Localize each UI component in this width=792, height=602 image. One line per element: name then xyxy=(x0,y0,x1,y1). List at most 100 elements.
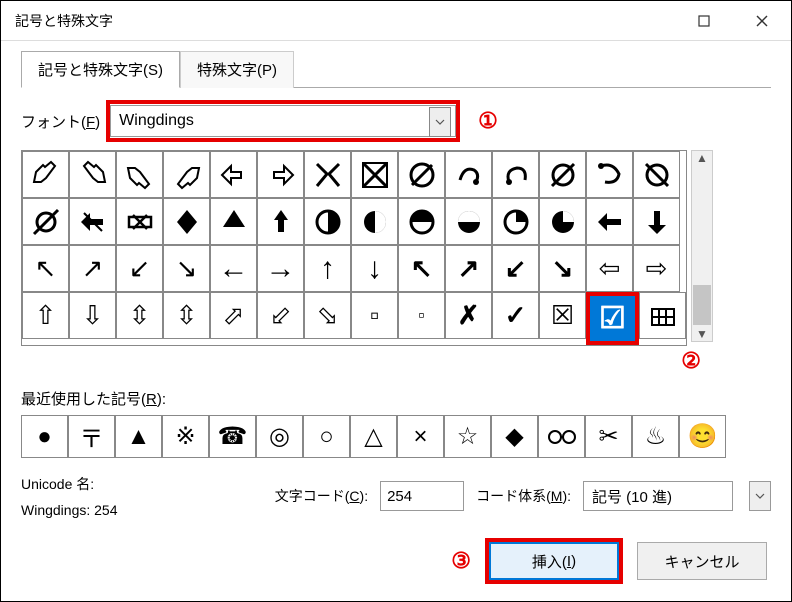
grid-cell[interactable]: ⇳ xyxy=(163,292,210,339)
scroll-up-icon[interactable]: ▲ xyxy=(696,151,708,165)
window-controls xyxy=(675,1,791,41)
grid-cell[interactable]: ↙ xyxy=(116,245,163,292)
tab-bar: 記号と特殊文字(S) 特殊文字(P) xyxy=(21,51,771,88)
recent-cell[interactable]: ▲ xyxy=(115,415,162,458)
grid-cell[interactable] xyxy=(116,151,163,198)
scroll-thumb[interactable] xyxy=(693,285,711,325)
grid-cell[interactable]: ↖ xyxy=(398,245,445,292)
grid-cell[interactable]: ▫ xyxy=(351,292,398,339)
grid-cell[interactable] xyxy=(351,151,398,198)
char-code-label: 文字コード(C): xyxy=(275,486,368,506)
unicode-name-label: Unicode 名: xyxy=(21,474,118,494)
grid-cell[interactable] xyxy=(398,198,445,245)
grid-cell[interactable] xyxy=(304,198,351,245)
grid-cell[interactable] xyxy=(633,151,680,198)
grid-cell[interactable] xyxy=(257,198,304,245)
grid-cell[interactable]: ⬃ xyxy=(257,292,304,339)
grid-cell[interactable]: ⇦ xyxy=(586,245,633,292)
grid-cell[interactable]: ⇩ xyxy=(69,292,116,339)
close-button[interactable] xyxy=(733,1,791,41)
grid-cell[interactable] xyxy=(539,151,586,198)
grid-cell[interactable] xyxy=(445,151,492,198)
grid-cell[interactable] xyxy=(445,198,492,245)
grid-cell[interactable]: ↘ xyxy=(163,245,210,292)
unicode-info-row: Unicode 名: Wingdings: 254 文字コード(C): 254 … xyxy=(21,474,771,518)
grid-cell[interactable] xyxy=(539,198,586,245)
grid-cell[interactable] xyxy=(492,198,539,245)
code-system-label: コード体系(M): xyxy=(476,486,571,506)
tab-special-chars[interactable]: 特殊文字(P) xyxy=(180,51,294,88)
grid-cell[interactable] xyxy=(257,151,304,198)
recent-cell[interactable] xyxy=(538,415,585,458)
grid-cell[interactable]: ✓ xyxy=(492,292,539,339)
grid-cell[interactable] xyxy=(22,198,69,245)
annotation-3: ③ xyxy=(451,548,471,574)
grid-cell[interactable] xyxy=(69,151,116,198)
grid-cell[interactable]: → xyxy=(257,245,304,292)
recent-cell[interactable]: × xyxy=(397,415,444,458)
dialog-buttons: ③ 挿入(I) キャンセル xyxy=(1,518,791,584)
char-code-input[interactable]: 254 xyxy=(380,481,464,511)
grid-cell[interactable]: ⇨ xyxy=(633,245,680,292)
unicode-name-value: Wingdings: 254 xyxy=(21,502,118,518)
grid-cell[interactable] xyxy=(639,292,686,339)
chevron-down-icon[interactable] xyxy=(429,107,451,137)
grid-cell[interactable] xyxy=(586,151,633,198)
grid-cell[interactable]: ⇧ xyxy=(22,292,69,339)
grid-cell[interactable] xyxy=(69,198,116,245)
grid-cell[interactable]: ✗ xyxy=(445,292,492,339)
recent-cell[interactable]: ● xyxy=(21,415,68,458)
recent-cell[interactable]: ◆ xyxy=(491,415,538,458)
grid-cell[interactable] xyxy=(210,198,257,245)
grid-cell[interactable]: ↑ xyxy=(304,245,351,292)
grid-cell[interactable] xyxy=(586,198,633,245)
grid-cell[interactable]: ↖ xyxy=(22,245,69,292)
grid-cell[interactable] xyxy=(633,198,680,245)
grid-cell[interactable]: ← xyxy=(210,245,257,292)
grid-cell[interactable] xyxy=(492,151,539,198)
grid-cell[interactable]: ↓ xyxy=(351,245,398,292)
grid-cell[interactable]: ⇳ xyxy=(116,292,163,339)
grid-cell[interactable]: ↘ xyxy=(539,245,586,292)
cancel-button[interactable]: キャンセル xyxy=(637,542,767,580)
recent-cell[interactable]: ☆ xyxy=(444,415,491,458)
grid-cell[interactable]: ⬂ xyxy=(304,292,351,339)
tab-symbols[interactable]: 記号と特殊文字(S) xyxy=(21,51,180,88)
code-system-select[interactable]: 記号 (10 進) xyxy=(583,481,733,511)
grid-cell[interactable]: ↗ xyxy=(445,245,492,292)
recent-cell[interactable]: ◎ xyxy=(256,415,303,458)
symbol-grid[interactable]: ↖ ↗ ↙ ↘ ← → ↑ ↓ ↖ ↗ ↙ ↘ ⇦ ⇨ ⇧ ⇩ ⇳ ⇳ xyxy=(21,150,687,346)
grid-scrollbar[interactable]: ▲ ▼ xyxy=(691,150,713,342)
font-select[interactable]: Wingdings xyxy=(110,105,456,137)
grid-cell[interactable] xyxy=(210,151,257,198)
recent-cell[interactable]: ○ xyxy=(303,415,350,458)
recent-cell[interactable]: ※ xyxy=(162,415,209,458)
grid-cell[interactable]: ⬀ xyxy=(210,292,257,339)
grid-cell[interactable]: ☒ xyxy=(539,292,586,339)
window-title: 記号と特殊文字 xyxy=(15,11,113,31)
recent-cell[interactable]: △ xyxy=(350,415,397,458)
grid-cell[interactable] xyxy=(398,151,445,198)
scroll-down-icon[interactable]: ▼ xyxy=(696,327,708,341)
recent-cell[interactable]: 〒 xyxy=(68,415,115,458)
annotation-3-box: 挿入(I) xyxy=(485,538,623,584)
annotation-2: ② xyxy=(681,348,701,373)
annotation-1-box: Wingdings xyxy=(106,100,460,142)
grid-cell[interactable] xyxy=(22,151,69,198)
grid-cell[interactable]: ↙ xyxy=(492,245,539,292)
chevron-down-icon[interactable] xyxy=(749,481,771,511)
recent-cell[interactable]: 😊 xyxy=(679,415,726,458)
selected-symbol-cell[interactable]: ☑ xyxy=(590,296,635,341)
grid-cell[interactable] xyxy=(351,198,398,245)
insert-button[interactable]: 挿入(I) xyxy=(489,542,619,580)
grid-cell[interactable] xyxy=(163,198,210,245)
recent-cell[interactable]: ♨ xyxy=(632,415,679,458)
grid-cell[interactable]: ▫ xyxy=(398,292,445,339)
maximize-button[interactable] xyxy=(675,1,733,41)
grid-cell[interactable] xyxy=(116,198,163,245)
recent-cell[interactable]: ☎ xyxy=(209,415,256,458)
grid-cell[interactable] xyxy=(163,151,210,198)
grid-cell[interactable]: ↗ xyxy=(69,245,116,292)
recent-cell[interactable]: ✂ xyxy=(585,415,632,458)
grid-cell[interactable] xyxy=(304,151,351,198)
